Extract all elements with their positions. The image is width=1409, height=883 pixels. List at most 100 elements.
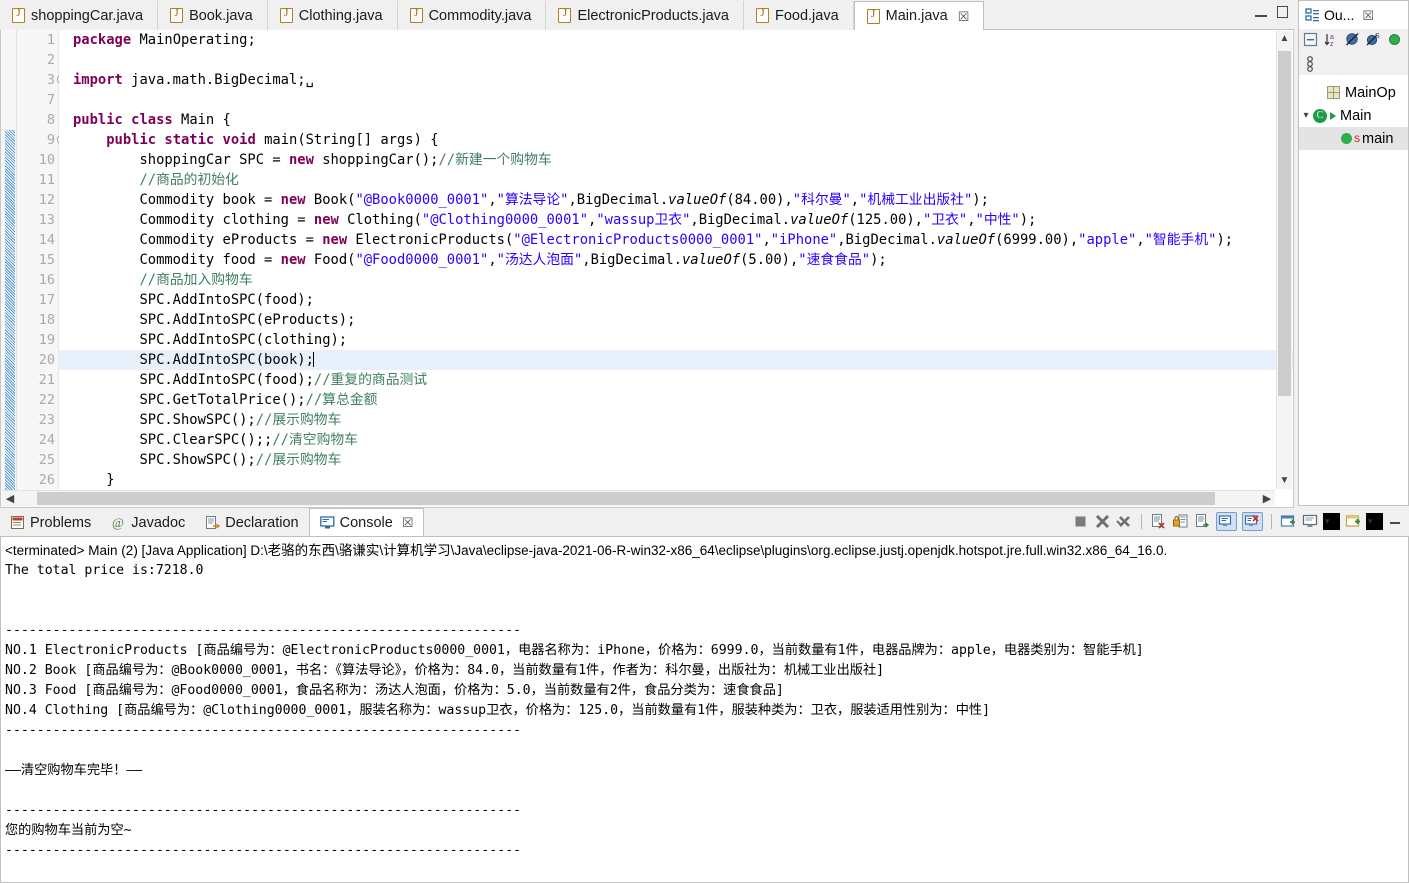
code-line[interactable]: Commodity food = new Food("@Food0000_000…: [73, 250, 1293, 270]
outline-toolbar: a z S: [1298, 29, 1409, 53]
outline-toolbar-overflow[interactable]: [1298, 53, 1409, 75]
editor-tab-food-java[interactable]: Food.java: [743, 1, 854, 30]
console-line: NO.2 Book [商品编号为：@Book0000_0001，书名：《算法导论…: [5, 663, 885, 678]
pin-console-button[interactable]: [1280, 513, 1297, 530]
package-icon: [1327, 86, 1340, 99]
code-line[interactable]: [73, 90, 1293, 110]
display-selected-console-button[interactable]: [1302, 513, 1319, 530]
clear-console-button[interactable]: [1150, 513, 1167, 530]
code-line[interactable]: Commodity eProducts = new ElectronicProd…: [73, 230, 1293, 250]
display-selected-console-dropdown[interactable]: [1323, 513, 1340, 530]
hide-static-icon[interactable]: S: [1366, 32, 1381, 50]
horizontal-scroll-thumb[interactable]: [37, 492, 1215, 505]
line-number: 15: [38, 252, 55, 268]
editor-tab-label: ElectronicProducts.java: [577, 7, 729, 24]
code-line[interactable]: SPC.AddIntoSPC(food);//重复的商品测试: [73, 370, 1293, 390]
code-line[interactable]: public static void main(String[] args) {: [73, 130, 1293, 150]
outline-close-icon[interactable]: ☒: [1362, 9, 1374, 22]
bottom-tab-close-icon[interactable]: ☒: [402, 516, 414, 529]
collapse-all-icon[interactable]: [1303, 32, 1318, 50]
code-editor[interactable]: 1237891011121314151617181920212223242526…: [0, 30, 1294, 508]
outline-tree[interactable]: MainOp ▾ C Main Smain: [1298, 75, 1409, 506]
editor-tab-clothing-java[interactable]: Clothing.java: [267, 1, 398, 30]
code-line[interactable]: shoppingCar SPC = new shoppingCar();//新建…: [73, 150, 1293, 170]
code-line[interactable]: SPC.ShowSPC();//展示购物车: [73, 410, 1293, 430]
minimize-icon[interactable]: [1255, 7, 1267, 17]
code-text[interactable]: package MainOperating; import java.math.…: [59, 30, 1293, 507]
code-line[interactable]: [73, 50, 1293, 70]
open-console-button[interactable]: [1345, 513, 1362, 530]
editor-tab-label: Food.java: [774, 7, 839, 24]
remove-all-terminated-button[interactable]: [1116, 513, 1133, 530]
code-line[interactable]: package MainOperating;: [73, 30, 1293, 50]
editor-vertical-scrollbar[interactable]: ▲ ▼: [1276, 31, 1292, 489]
code-line[interactable]: SPC.AddIntoSPC(food);: [73, 290, 1293, 310]
line-number-ruler: 1237891011121314151617181920212223242526: [17, 30, 68, 507]
bottom-tab-console[interactable]: Console ☒: [308, 508, 425, 536]
maximize-icon[interactable]: [1277, 6, 1288, 18]
outline-item-main[interactable]: Smain: [1299, 127, 1408, 150]
code-line[interactable]: SPC.GetTotalPrice();//算总金额: [73, 390, 1293, 410]
code-line[interactable]: Commodity book = new Book("@Book0000_000…: [73, 190, 1293, 210]
code-line[interactable]: SPC.AddIntoSPC(book);: [59, 350, 1293, 370]
bottom-tab-label: Problems: [30, 514, 92, 531]
console-line: ----------------------------------------…: [5, 723, 522, 738]
editor-tab-main-java[interactable]: Main.java ☒: [853, 1, 985, 31]
scroll-lock-button[interactable]: [1172, 513, 1189, 530]
bottom-tab-problems[interactable]: Problems: [0, 509, 101, 536]
code-line[interactable]: SPC.AddIntoSPC(clothing);: [73, 330, 1293, 350]
editor-tab-shoppingcar-java[interactable]: shoppingCar.java: [0, 1, 159, 30]
editor-horizontal-scrollbar[interactable]: ◀ ▶: [2, 490, 1275, 506]
line-number: 3: [17, 70, 68, 90]
console-line: ----------------------------------------…: [5, 803, 522, 818]
console-view[interactable]: <terminated> Main (2) [Java Application]…: [0, 536, 1409, 883]
bottom-tab-javadoc[interactable]: @ Javadoc: [101, 509, 195, 536]
java-file-icon: [866, 8, 880, 24]
code-line[interactable]: import java.math.BigDecimal;␣: [73, 70, 1293, 90]
show-console-on-error-button[interactable]: [1242, 512, 1263, 531]
scroll-up-arrow-icon[interactable]: ▲: [1277, 31, 1292, 47]
bottom-minimize-icon[interactable]: [1388, 513, 1405, 530]
marker-bar[interactable]: [1, 30, 17, 507]
editor-tab-electronicproducts-java[interactable]: ElectronicProducts.java: [546, 1, 744, 30]
code-line[interactable]: //商品加入购物车: [73, 270, 1293, 290]
hide-nonpublic-icon[interactable]: [1387, 32, 1402, 50]
scroll-left-arrow-icon[interactable]: ◀: [2, 491, 18, 507]
open-console-dropdown[interactable]: [1366, 513, 1383, 530]
hide-fields-icon[interactable]: [1345, 32, 1360, 50]
show-console-on-output-button[interactable]: [1216, 512, 1237, 531]
editor-tab-commodity-java[interactable]: Commodity.java: [397, 1, 547, 30]
outline-tab[interactable]: Ou... ☒: [1298, 0, 1409, 29]
editor-tab-book-java[interactable]: Book.java: [158, 1, 268, 30]
outline-item-main[interactable]: ▾ C Main: [1299, 104, 1408, 127]
line-number: 14: [38, 232, 55, 248]
scroll-right-arrow-icon[interactable]: ▶: [1259, 491, 1275, 507]
outline-item-mainop[interactable]: MainOp: [1299, 81, 1408, 104]
code-line[interactable]: }: [73, 470, 1293, 490]
code-line[interactable]: SPC.ShowSPC();//展示购物车: [73, 450, 1293, 470]
toolbar-separator-2: [1271, 514, 1272, 529]
vertical-scroll-thumb[interactable]: [1278, 51, 1291, 396]
chevron-down-icon[interactable]: ▾: [1299, 110, 1313, 121]
editor-tab-close-icon[interactable]: ☒: [958, 10, 970, 23]
console-output[interactable]: The total price is:7218.0 --------------…: [1, 561, 1408, 861]
eclipse-ide-window: shoppingCar.java Book.java Clothing.java Co…: [0, 0, 1409, 883]
code-line[interactable]: //商品的初始化: [73, 170, 1293, 190]
bottom-tab-declaration[interactable]: Declaration: [195, 509, 308, 536]
svg-text:@: @: [112, 515, 124, 530]
console-line: ----------------------------------------…: [5, 623, 522, 638]
java-file-icon: [12, 7, 25, 23]
code-line[interactable]: public class Main {: [73, 110, 1293, 130]
sort-icon[interactable]: a z: [1324, 32, 1339, 50]
code-line[interactable]: SPC.ClearSPC();;//清空购物车: [73, 430, 1293, 450]
scroll-down-arrow-icon[interactable]: ▼: [1277, 473, 1292, 489]
editor-tab-label: Book.java: [189, 7, 253, 24]
remove-launch-button[interactable]: [1094, 513, 1111, 530]
code-line[interactable]: Commodity clothing = new Clothing("@Clot…: [73, 210, 1293, 230]
terminate-button[interactable]: [1072, 513, 1089, 530]
runnable-marker-icon: [1330, 111, 1336, 120]
word-wrap-button[interactable]: [1194, 513, 1211, 530]
code-line[interactable]: SPC.AddIntoSPC(eProducts);: [73, 310, 1293, 330]
line-number: 18: [38, 312, 55, 328]
